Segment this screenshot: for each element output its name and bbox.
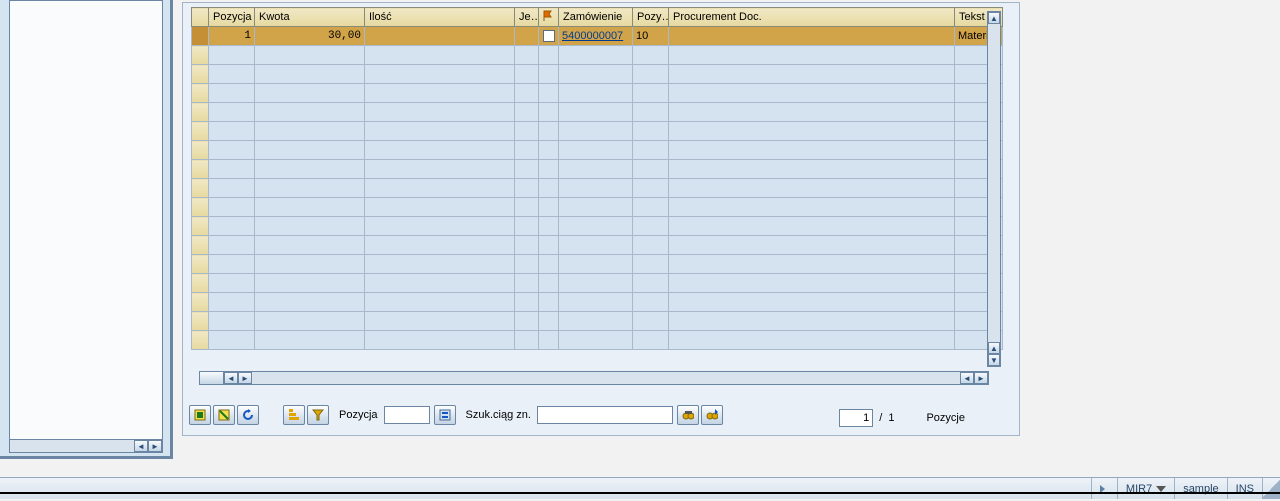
- bottom-separator: [0, 492, 1280, 494]
- grid-vertical-scrollbar[interactable]: ▲ ▲ ▼: [987, 11, 1001, 367]
- cell-je[interactable]: [515, 27, 539, 46]
- table-row[interactable]: [192, 65, 1003, 84]
- cell-kwota[interactable]: 30,00: [255, 27, 365, 46]
- row-selector[interactable]: [192, 27, 209, 46]
- select-all-icon: [194, 409, 206, 421]
- table-row[interactable]: [192, 103, 1003, 122]
- table-row[interactable]: [192, 274, 1003, 293]
- table-row[interactable]: [192, 141, 1003, 160]
- left-scrollbar-track[interactable]: [10, 440, 134, 452]
- refresh-icon: [242, 409, 254, 421]
- flag-column-icon: [543, 10, 555, 22]
- cell-ilosc[interactable]: [365, 27, 515, 46]
- items-grid[interactable]: Pozycja Kwota Ilość Je… Zamówienie Pozy……: [191, 7, 1003, 350]
- goto-pos-button[interactable]: [434, 405, 456, 425]
- table-row[interactable]: [192, 179, 1003, 198]
- col-pozycja-zam[interactable]: Pozy…: [633, 8, 669, 27]
- col-kwota[interactable]: Kwota: [255, 8, 365, 27]
- status-bar: MIR7 sample INS: [0, 477, 1280, 499]
- hscroll-right2-icon[interactable]: ►: [974, 372, 988, 384]
- col-zamowienie[interactable]: Zamówienie: [559, 8, 633, 27]
- items-grid-wrap: Pozycja Kwota Ilość Je… Zamówienie Pozy……: [191, 7, 999, 385]
- sort-asc-button[interactable]: [283, 405, 305, 425]
- left-tree-panel: ◄ ►: [0, 0, 173, 459]
- refresh-button[interactable]: [237, 405, 259, 425]
- col-je[interactable]: Je…: [515, 8, 539, 27]
- left-tree-body: [9, 0, 163, 453]
- find-button[interactable]: [677, 405, 699, 425]
- flag-checkbox[interactable]: [543, 30, 555, 42]
- table-row[interactable]: [192, 293, 1003, 312]
- cell-pozycja[interactable]: 1: [209, 27, 255, 46]
- table-row[interactable]: [192, 236, 1003, 255]
- col-pozycja[interactable]: Pozycja: [209, 8, 255, 27]
- table-row[interactable]: [192, 331, 1003, 350]
- grid-toolbar: Pozycja Szuk.ciąg zn. / 1 Pozycje: [189, 403, 1011, 427]
- search-string-input[interactable]: [537, 406, 673, 424]
- hscroll-right-icon[interactable]: ►: [238, 372, 252, 384]
- select-all-button[interactable]: [189, 405, 211, 425]
- binoculars-next-icon: [706, 409, 718, 421]
- table-row[interactable]: 1 30,00 5400000007 10 Materiał: [192, 27, 1003, 46]
- table-row[interactable]: [192, 46, 1003, 65]
- deselect-all-icon: [218, 409, 230, 421]
- filter-button[interactable]: [307, 405, 329, 425]
- col-ilosc[interactable]: Ilość: [365, 8, 515, 27]
- pozycja-input[interactable]: [384, 406, 430, 424]
- pager-total: 1: [888, 412, 894, 424]
- table-row[interactable]: [192, 198, 1003, 217]
- deselect-all-button[interactable]: [213, 405, 235, 425]
- pager: / 1 Pozycje: [839, 409, 965, 427]
- szuk-label: Szuk.ciąg zn.: [466, 409, 531, 421]
- table-row[interactable]: [192, 255, 1003, 274]
- resize-grip-icon[interactable]: [1262, 478, 1280, 499]
- status-session[interactable]: sample: [1174, 478, 1226, 499]
- order-link[interactable]: 5400000007: [562, 30, 623, 42]
- hscroll-left2-icon[interactable]: ◄: [960, 372, 974, 384]
- hscroll-left-icon[interactable]: ◄: [224, 372, 238, 384]
- binoculars-icon: [682, 409, 694, 421]
- left-scroll-left-icon[interactable]: ◄: [134, 440, 148, 452]
- left-scroll-right-icon[interactable]: ►: [148, 440, 162, 452]
- col-rowselect[interactable]: [192, 8, 209, 27]
- filter-icon: [312, 409, 324, 421]
- goto-pos-icon: [439, 409, 451, 421]
- grid-header: Pozycja Kwota Ilość Je… Zamówienie Pozy……: [192, 8, 1003, 27]
- scroll-down-icon[interactable]: ▼: [988, 354, 1000, 366]
- status-mode[interactable]: INS: [1227, 478, 1262, 499]
- table-row[interactable]: [192, 122, 1003, 141]
- status-expand[interactable]: [1091, 478, 1117, 499]
- hscroll-track[interactable]: [252, 372, 960, 384]
- grid-horizontal-scrollbar[interactable]: ◄ ► ◄ ►: [199, 371, 989, 385]
- cell-flag[interactable]: [539, 27, 559, 46]
- vscroll-track[interactable]: [988, 24, 1000, 342]
- pager-current-input[interactable]: [839, 409, 873, 427]
- pozycja-label: Pozycja: [339, 409, 378, 421]
- table-row[interactable]: [192, 217, 1003, 236]
- col-procurement[interactable]: Procurement Doc.: [669, 8, 955, 27]
- pager-sep: /: [879, 412, 882, 424]
- scroll-up2-icon[interactable]: ▲: [988, 342, 1000, 354]
- col-flag[interactable]: [539, 8, 559, 27]
- cell-procurement[interactable]: [669, 27, 955, 46]
- table-row[interactable]: [192, 84, 1003, 103]
- cell-zamowienie[interactable]: 5400000007: [559, 27, 633, 46]
- table-row[interactable]: [192, 312, 1003, 331]
- table-row[interactable]: [192, 160, 1003, 179]
- scroll-up-icon[interactable]: ▲: [988, 12, 1000, 24]
- status-tcode[interactable]: MIR7: [1117, 478, 1174, 499]
- pager-label: Pozycje: [926, 412, 965, 424]
- sort-asc-icon: [288, 409, 300, 421]
- left-scrollbar[interactable]: ◄ ►: [9, 439, 163, 453]
- find-next-button[interactable]: [701, 405, 723, 425]
- items-panel: Pozycja Kwota Ilość Je… Zamówienie Pozy……: [182, 2, 1020, 436]
- cell-pozycja-zam[interactable]: 10: [633, 27, 669, 46]
